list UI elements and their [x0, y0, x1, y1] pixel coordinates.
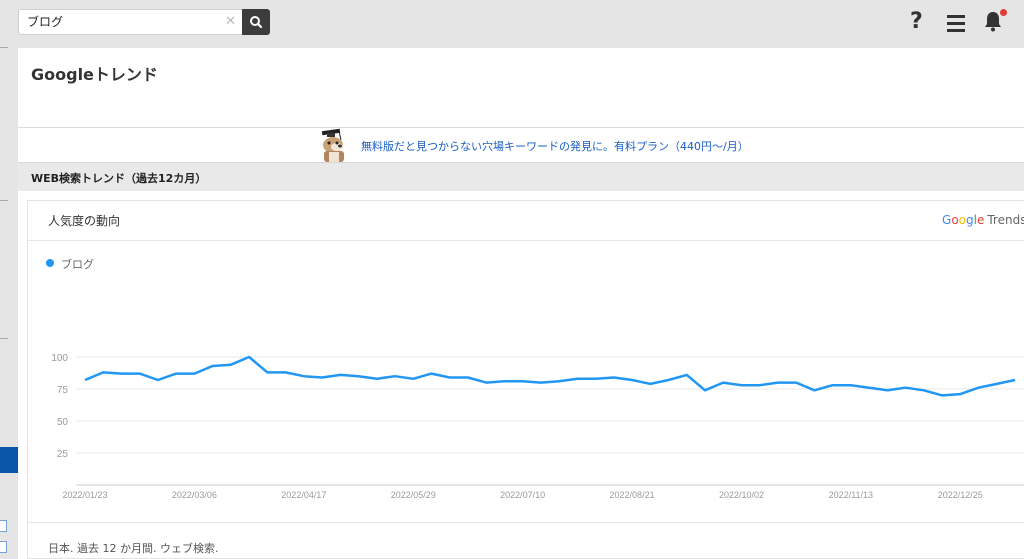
notification-dot: [1000, 9, 1007, 16]
main-panel: Googleトレンド 無料版だと見つからない穴場キーワードの発見に。有料プラン（…: [18, 48, 1024, 559]
search-icon: [250, 16, 263, 29]
x-tick-label: 2022/10/02: [719, 490, 764, 500]
left-checkbox[interactable]: [0, 520, 7, 532]
menu-icon[interactable]: [947, 15, 965, 36]
trends-wordmark: Trends: [987, 213, 1024, 227]
x-tick-label: 2022/08/21: [610, 490, 655, 500]
promo-banner: 無料版だと見つからない穴場キーワードの発見に。有料プラン（440円〜/月）: [18, 128, 1024, 162]
help-icon[interactable]: ?: [910, 9, 923, 34]
widget-title: 人気度の動向: [48, 214, 121, 228]
left-checkbox[interactable]: [0, 541, 7, 553]
x-tick-label: 2022/11/13: [829, 490, 873, 500]
left-divider: [0, 338, 8, 339]
widget-divider: [28, 522, 1024, 523]
top-bar: ブログ ✕ ?: [0, 0, 1024, 46]
left-divider: [0, 200, 8, 201]
x-tick-label: 2022/07/10: [500, 490, 545, 500]
left-divider: [0, 47, 8, 48]
left-nav-active-item[interactable]: [0, 447, 18, 473]
x-tick-label: 2022/12/25: [938, 490, 983, 500]
y-tick-label: 100: [51, 353, 68, 364]
x-tick-label: 2022/03/06: [172, 490, 217, 500]
y-tick-label: 75: [57, 385, 69, 396]
mascot-icon: [321, 128, 344, 162]
section-title: WEB検索トレンド（過去12カ月）: [31, 172, 207, 185]
google-wordmark: Google: [942, 213, 985, 227]
x-tick-label: 2022/04/17: [281, 490, 326, 500]
google-trends-logo[interactable]: Google Trends: [942, 213, 1024, 227]
trend-chart[interactable]: 100 75 50 25 2022/01/23 2022/03/06 2022/04/17 2…: [28, 241, 1024, 521]
x-tick-label: 2022/05/29: [391, 490, 436, 500]
search-input-value: ブログ: [27, 15, 64, 29]
x-tick-label: 2022/01/23: [62, 490, 107, 500]
y-tick-label: 50: [57, 417, 69, 428]
trends-widget: 人気度の動向 Google Trends ブログ 100 75 50 25 2022/01…: [27, 200, 1024, 559]
search-input[interactable]: ブログ ✕: [18, 9, 242, 35]
section-header: WEB検索トレンド（過去12カ月）: [18, 162, 1024, 191]
promo-link[interactable]: 無料版だと見つからない穴場キーワードの発見に。有料プラン（440円〜/月）: [361, 138, 749, 154]
search-button[interactable]: [242, 9, 270, 35]
series-line-blog: [84, 355, 1016, 397]
clear-search-icon[interactable]: ✕: [225, 10, 236, 34]
page-title: Googleトレンド: [31, 65, 158, 84]
chart-footnote: 日本. 過去 12 か月間. ウェブ検索.: [48, 542, 219, 555]
y-tick-label: 25: [57, 449, 69, 460]
